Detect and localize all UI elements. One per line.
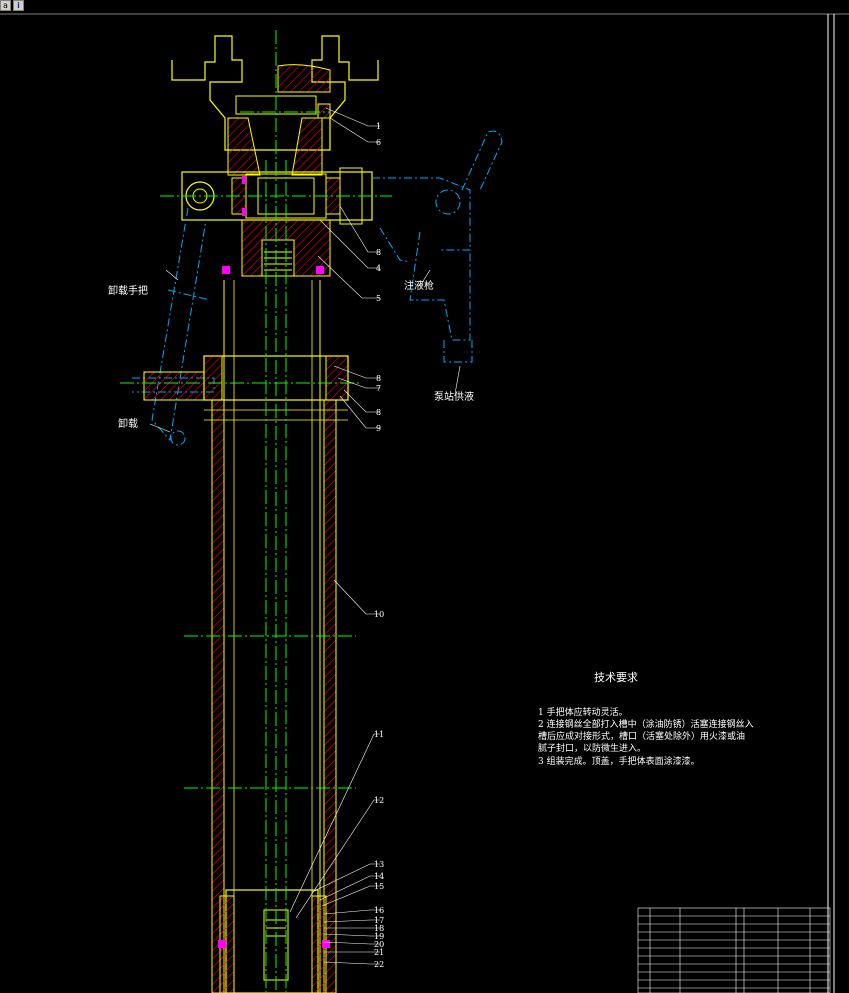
part-number: 8: [376, 248, 381, 257]
piston: [218, 889, 330, 993]
tech-requirement-item: 1 手把体应转动灵活。: [538, 706, 628, 718]
injection-gun: [372, 130, 503, 363]
tech-requirement-item: 腻子封口，以防微生进入。: [538, 742, 646, 754]
part-number: 22: [374, 960, 384, 969]
pump-supply-label: 泵站供液: [434, 390, 474, 403]
injection-gun-label: 注液枪: [404, 279, 434, 292]
part-number: 7: [376, 384, 381, 393]
drawing-frame: [0, 13, 849, 993]
cad-drawing: 1 6 8 4 5 8 7 8 9 10 11 12 13 14 15 16 1…: [0, 13, 849, 993]
part-numbers: 1 6 8 4 5 8 7 8 9 10 11 12 13 14 15 16 1…: [374, 122, 384, 969]
part-number: 12: [374, 796, 384, 805]
part-number: 9: [376, 424, 381, 433]
parts-list-table: [637, 907, 831, 993]
unload-handle: [132, 207, 215, 446]
part-number: 14: [374, 872, 384, 881]
top-head: [171, 35, 379, 176]
part-number: 10: [374, 610, 384, 619]
part-number: 4: [376, 264, 381, 273]
part-number: 16: [374, 906, 384, 915]
part-number: 8: [376, 374, 381, 383]
unload-label: 卸载: [118, 417, 138, 430]
part-number: 13: [374, 860, 384, 869]
part-number: 15: [374, 882, 384, 891]
part-number: 11: [374, 730, 384, 739]
part-number: 21: [374, 948, 384, 957]
part-number: 6: [376, 138, 381, 147]
part-number: 8: [376, 408, 381, 417]
valve-body: [181, 167, 373, 277]
tech-requirements: 技术要求 1 手把体应转动灵活。 2 连接钢丝全部打入槽中（涂油防锈）活塞连接钢…: [538, 671, 754, 767]
tech-requirement-item: 槽后应成对接形式，槽口（活塞处除外）用火漆或油: [538, 730, 745, 742]
tech-requirement-item: 3 组装完成。顶盖，手把体表面涂漆漆。: [538, 755, 700, 767]
part-number: 1: [376, 122, 381, 131]
tech-requirements-title: 技术要求: [594, 671, 638, 684]
tech-requirement-item: 2 连接钢丝全部打入槽中（涂油防锈）活塞连接钢丝入: [538, 718, 754, 730]
part-number: 5: [376, 294, 381, 303]
unload-handle-label: 卸载手把: [108, 284, 148, 297]
